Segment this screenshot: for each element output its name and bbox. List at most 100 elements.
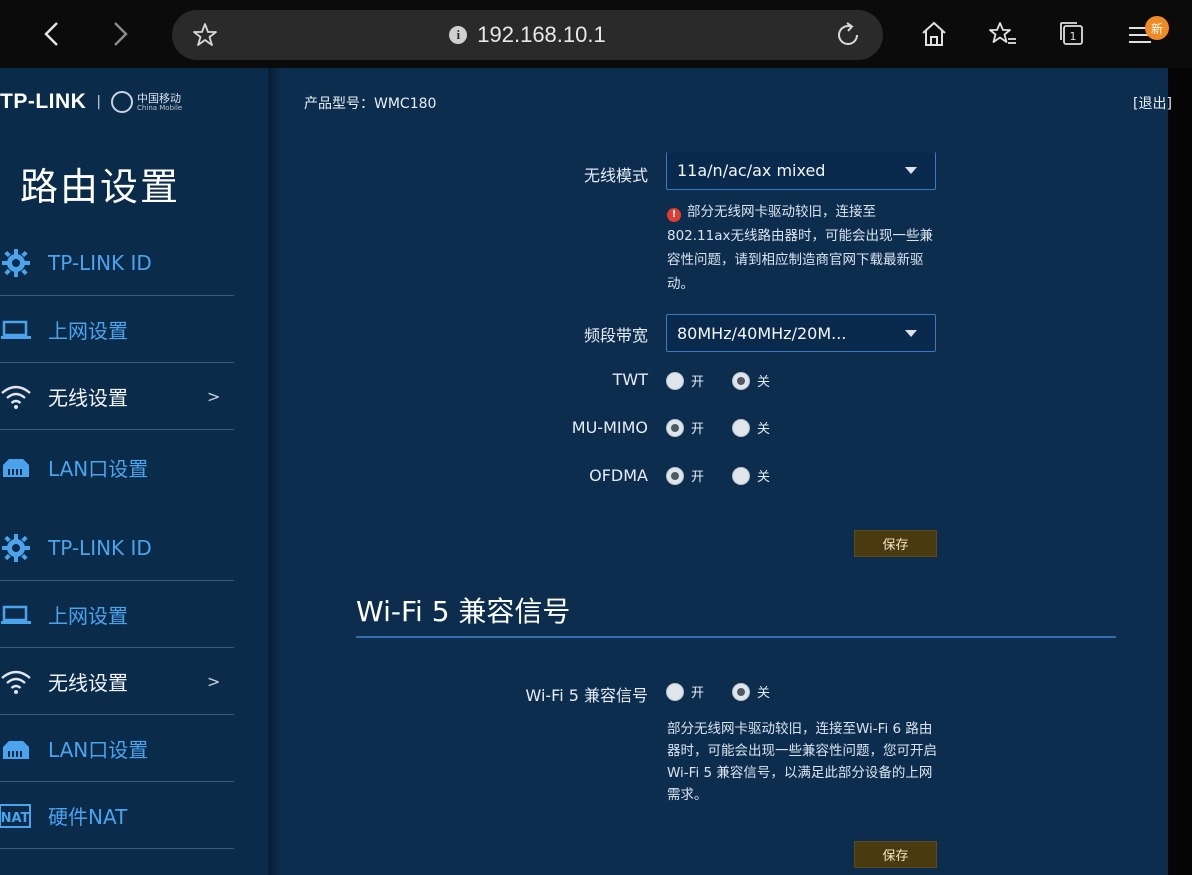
wifi-icon <box>0 381 32 413</box>
ofdma-radio-group: 开 关 <box>666 466 798 485</box>
bandwidth-select[interactable]: 80MHz/40MHz/20M... <box>666 314 936 352</box>
twt-label: TWT <box>612 370 648 389</box>
section-divider <box>356 636 1116 638</box>
caret-down-icon <box>905 330 917 337</box>
mode-warning: ! 部分无线网卡驱动较旧，连接至802.11ax无线路由器时，可能会出现一些兼容性… <box>667 200 939 296</box>
gear-icon <box>0 532 32 564</box>
lan-icon <box>0 733 32 765</box>
reload-icon <box>838 22 858 45</box>
sidebar-item-label: 无线设置 <box>48 671 128 695</box>
brand-logo-text: TP-LINK <box>0 90 87 113</box>
sidebar-item-tplink-id[interactable]: TP-LINK ID <box>0 230 234 296</box>
mumimo-on-radio[interactable] <box>666 418 684 437</box>
browser-toolbar: i 192.168.10.1 1 新 <box>0 0 1192 68</box>
svg-text:1: 1 <box>1070 30 1077 43</box>
sidebar-item-label: 上网设置 <box>48 604 128 628</box>
off-label: 关 <box>757 686 771 701</box>
gear-icon <box>0 247 32 279</box>
partner-name-cn: 中国移动 <box>137 91 182 105</box>
home-button[interactable] <box>914 14 954 54</box>
sidebar-item-lan[interactable]: LAN口设置 <box>0 716 234 782</box>
off-label: 关 <box>757 470 771 485</box>
sidebar-item-label: 上网设置 <box>48 319 128 343</box>
wifi5-save-button[interactable]: 保存 <box>854 841 937 868</box>
sidebar-item-label: LAN口设置 <box>48 457 149 481</box>
ofdma-off-radio[interactable] <box>732 466 751 485</box>
wifi5-on-radio[interactable] <box>666 682 684 701</box>
product-model: 产品型号：WMC180 <box>304 96 437 112</box>
bandwidth-value: 80MHz/40MHz/20M... <box>677 323 847 343</box>
laptop-icon <box>0 314 32 346</box>
logout-link[interactable]: [退出] <box>1133 93 1172 113</box>
ofdma-on-radio[interactable] <box>666 466 684 485</box>
mode-warning-text: 部分无线网卡驱动较旧，连接至802.11ax无线路由器时，可能会出现一些兼容性问… <box>667 204 933 292</box>
twt-radio-group: 开 关 <box>666 371 798 390</box>
wifi5-section-title: Wi-Fi 5 兼容信号 <box>356 595 571 628</box>
sidebar-item-label: TP-LINK ID <box>48 250 152 275</box>
ofdma-label: OFDMA <box>589 466 648 485</box>
on-label: 开 <box>691 470 705 485</box>
off-label: 关 <box>757 375 771 390</box>
sidebar-title: 路由设置 <box>20 165 181 209</box>
chevron-right-icon <box>114 22 128 46</box>
screen-edge <box>1168 68 1192 875</box>
logo: TP-LINK | 中国移动 China Mobile <box>0 90 182 114</box>
wireless-mode-label: 无线模式 <box>583 166 648 185</box>
logo-separator: | <box>96 94 102 110</box>
on-label: 开 <box>691 375 705 390</box>
sidebar-item-lan[interactable]: LAN口设置 <box>0 431 234 483</box>
caret-down-icon <box>905 167 917 174</box>
china-mobile-logo-icon <box>111 91 134 113</box>
sidebar: TP-LINK | 中国移动 China Mobile 路由设置 TP-LINK… <box>0 68 268 875</box>
wifi5-off-radio[interactable] <box>732 682 751 701</box>
sidebar-item-tplink-id[interactable]: TP-LINK ID <box>0 515 234 581</box>
sidebar-item-internet[interactable]: 上网设置 <box>0 297 234 363</box>
sidebar-item-label: 硬件NAT <box>48 805 128 829</box>
bandwidth-label: 频段带宽 <box>583 326 648 345</box>
wifi5-radio-group: 开 关 <box>666 682 798 701</box>
twt-off-radio[interactable] <box>732 371 751 390</box>
forward-button[interactable] <box>100 14 140 54</box>
mumimo-radio-group: 开 关 <box>666 418 798 437</box>
bookmarks-button[interactable] <box>983 14 1023 54</box>
tabs-icon: 1 <box>1060 22 1083 45</box>
twt-on-radio[interactable] <box>666 371 684 390</box>
home-icon <box>922 21 946 46</box>
on-label: 开 <box>691 422 705 437</box>
sidebar-item-wireless[interactable]: 无线设置 > <box>0 649 234 715</box>
sidebar-item-hardware-nat[interactable]: NAT 硬件NAT <box>0 783 234 849</box>
tabs-button[interactable]: 1 <box>1052 14 1092 54</box>
laptop-icon <box>0 599 32 631</box>
mumimo-off-radio[interactable] <box>732 418 751 437</box>
wifi5-note: 部分无线网卡驱动较旧，连接至Wi-Fi 6 路由器时，可能会出现一些兼容性问题，… <box>667 721 937 803</box>
nat-icon: NAT <box>0 800 32 832</box>
back-button[interactable] <box>32 14 72 54</box>
sidebar-item-label: TP-LINK ID <box>48 535 152 560</box>
mumimo-label: MU-MIMO <box>571 418 648 437</box>
wifi-icon <box>0 666 32 698</box>
sidebar-item-label: 无线设置 <box>48 386 128 410</box>
wireless-mode-select[interactable]: 11a/n/ac/ax mixed <box>666 152 936 190</box>
partner-name-en: China Mobile <box>137 103 183 112</box>
save-button[interactable]: 保存 <box>854 530 937 557</box>
reload-button[interactable] <box>834 21 862 53</box>
wireless-mode-value: 11a/n/ac/ax mixed <box>677 161 826 180</box>
address-bar[interactable]: i 192.168.10.1 <box>172 10 883 60</box>
new-badge: 新 <box>1145 16 1169 40</box>
lan-icon <box>0 451 32 483</box>
info-icon[interactable]: i <box>449 26 468 44</box>
sidebar-shadow <box>268 68 282 875</box>
expand-arrow: > <box>207 672 221 691</box>
expand-arrow: > <box>207 387 221 406</box>
chevron-left-icon <box>44 22 58 46</box>
wifi5-label: Wi-Fi 5 兼容信号 <box>525 686 648 705</box>
sidebar-item-label: LAN口设置 <box>48 738 149 762</box>
svg-text:NAT: NAT <box>1 811 30 826</box>
sidebar-item-internet[interactable]: 上网设置 <box>0 582 234 648</box>
warning-icon: ! <box>667 208 681 222</box>
sidebar-item-wireless[interactable]: 无线设置 > <box>0 364 234 430</box>
star-list-icon <box>989 22 1016 44</box>
off-label: 关 <box>757 422 771 437</box>
url-text[interactable]: 192.168.10.1 <box>477 22 605 48</box>
on-label: 开 <box>691 686 705 701</box>
